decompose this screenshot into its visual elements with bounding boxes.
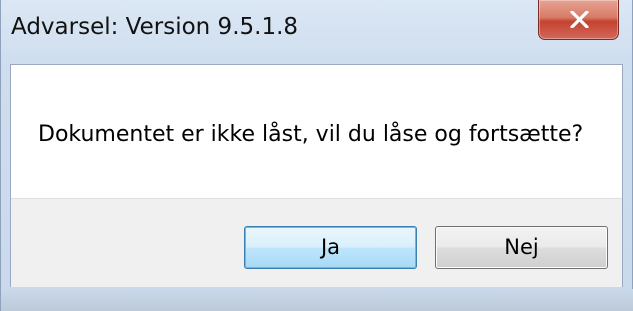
dialog-body: Dokumentet er ikke låst, vil du låse og … [10,64,623,287]
message-area: Dokumentet er ikke låst, vil du låse og … [11,65,622,198]
close-icon [570,11,589,28]
message-text: Dokumentet er ikke låst, vil du låse og … [38,122,584,147]
yes-button[interactable]: Ja [244,226,417,269]
no-button[interactable]: Nej [435,226,608,269]
window-bottom-frame [1,289,633,311]
close-button[interactable] [538,0,619,40]
dialog-window: Advarsel: Version 9.5.1.8 Dokumentet er … [0,0,633,311]
button-bar: Ja Nej [11,198,622,287]
title-bar[interactable]: Advarsel: Version 9.5.1.8 [1,0,633,64]
window-title: Advarsel: Version 9.5.1.8 [11,14,299,40]
